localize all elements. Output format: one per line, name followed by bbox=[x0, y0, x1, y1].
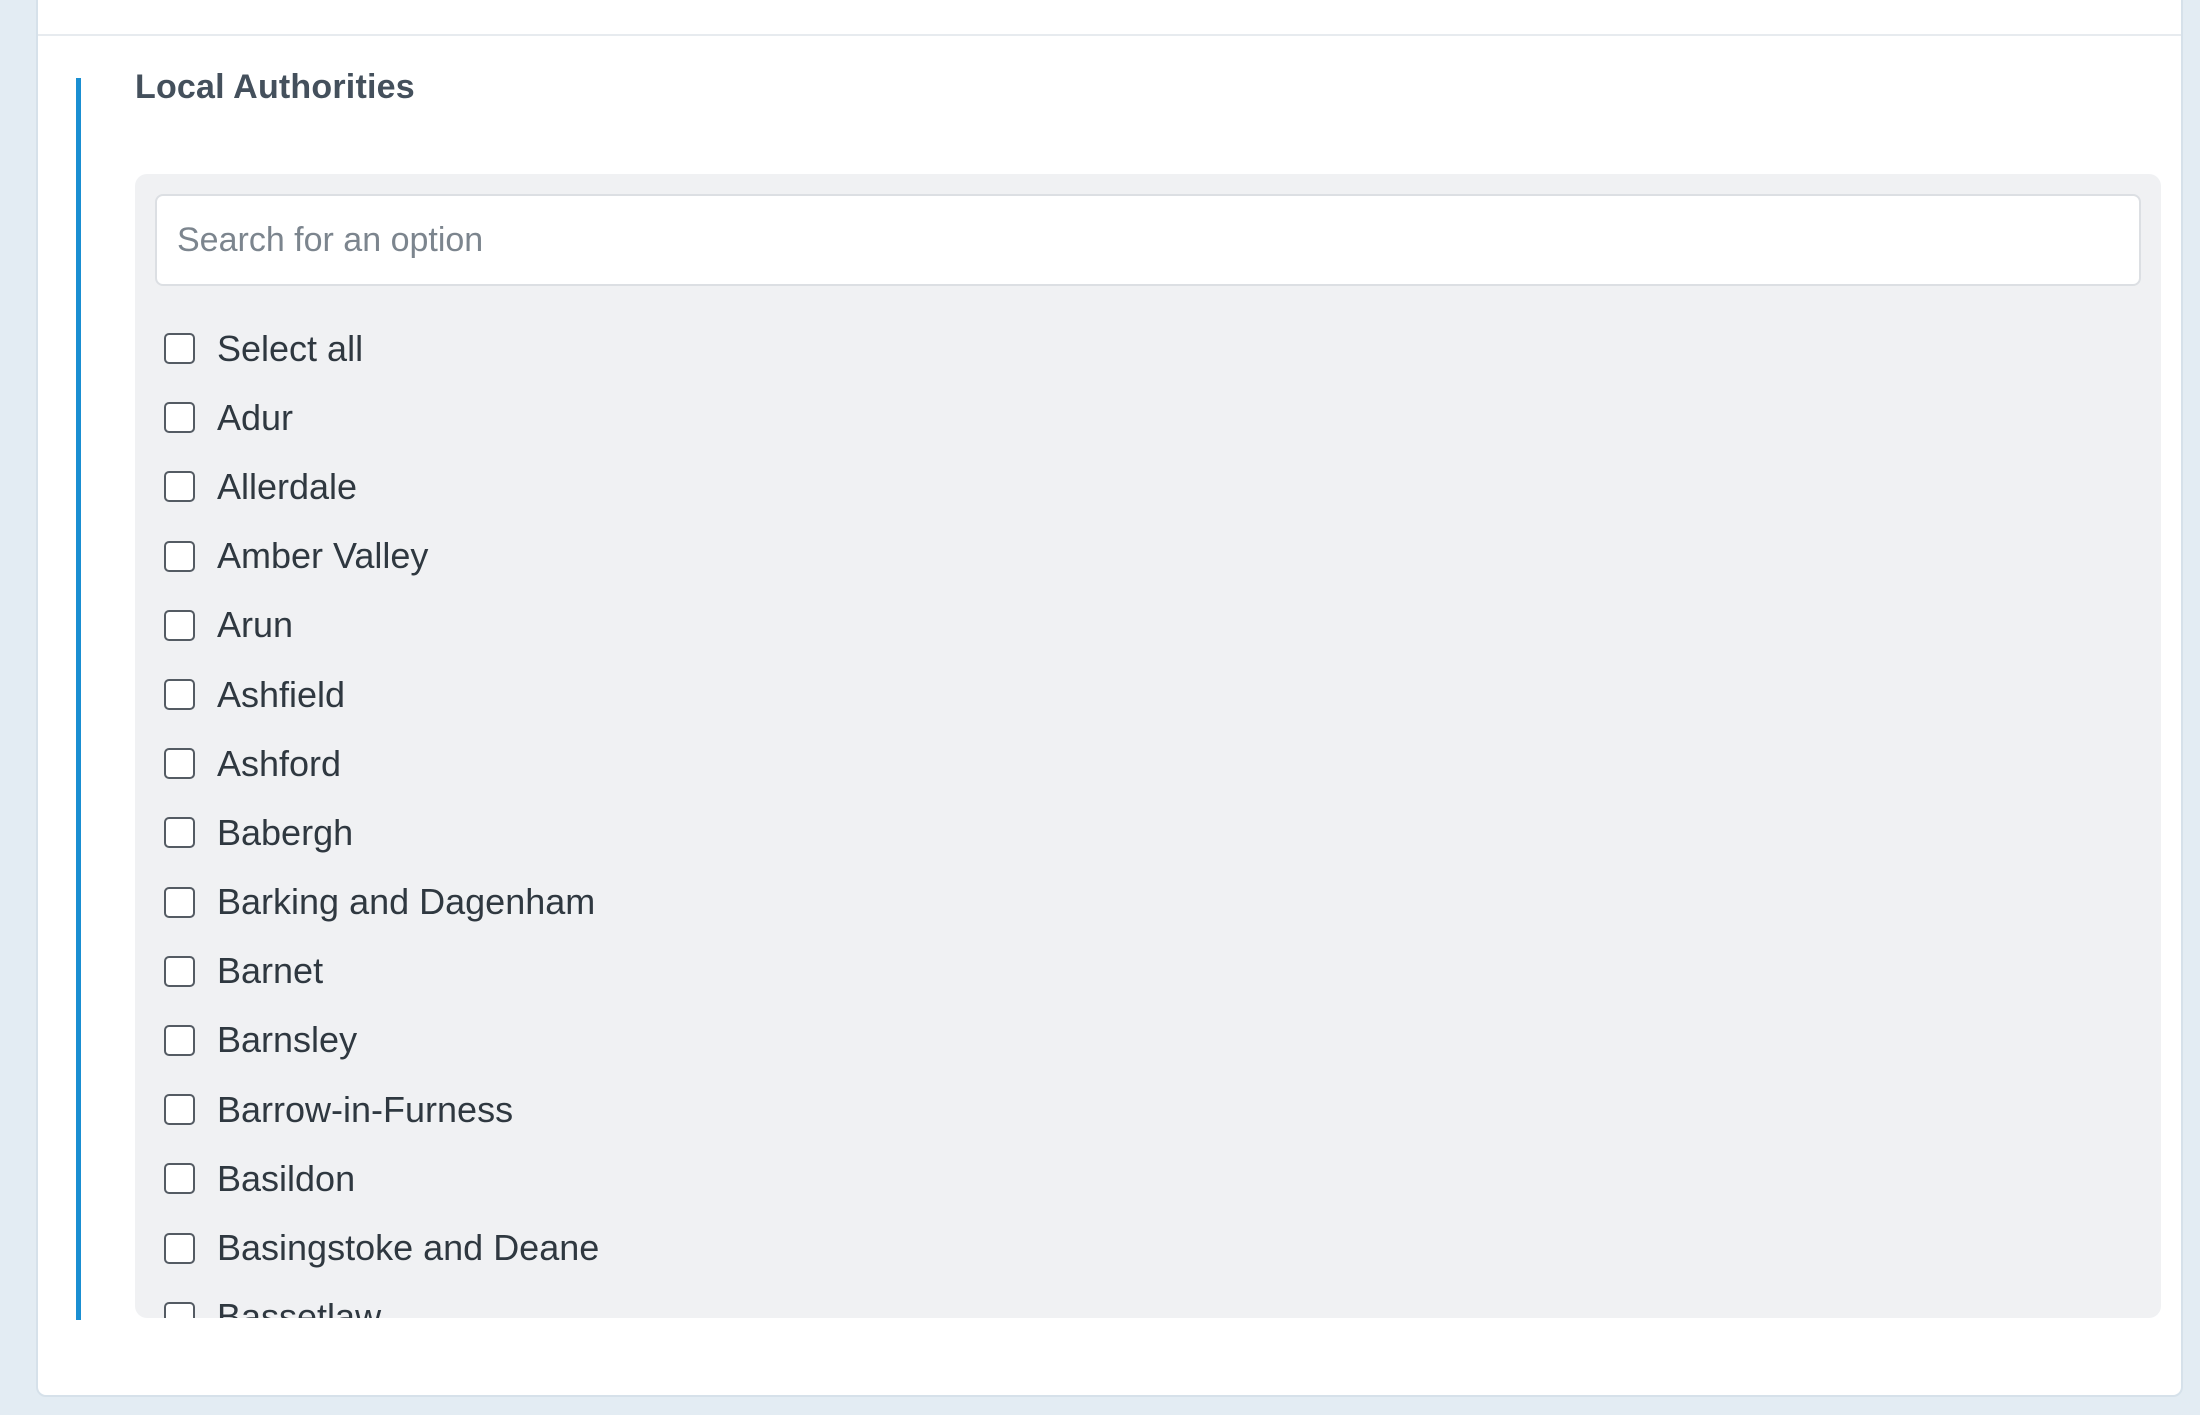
option-label: Basildon bbox=[217, 1157, 356, 1199]
options-list[interactable]: Select all Adur Allerdale Amber Valley Arun A… bbox=[164, 314, 2161, 1318]
list-item[interactable]: Ashford bbox=[164, 729, 2161, 798]
multi-select-panel: Select all Adur Allerdale Amber Valley Arun A… bbox=[135, 174, 2161, 1318]
checkbox[interactable] bbox=[164, 679, 195, 711]
filter-card: Local Authorities Select all Adur Allerdal… bbox=[36, 0, 2183, 1397]
section-title: Local Authorities bbox=[135, 68, 415, 106]
checkbox[interactable] bbox=[164, 748, 195, 780]
option-label: Allerdale bbox=[217, 465, 358, 507]
list-item[interactable]: Barking and Dagenham bbox=[164, 868, 2161, 937]
select-all-option[interactable]: Select all bbox=[164, 314, 2161, 383]
checkbox[interactable] bbox=[164, 471, 195, 503]
list-item[interactable]: Basildon bbox=[164, 1144, 2161, 1213]
list-item[interactable]: Allerdale bbox=[164, 452, 2161, 521]
option-label: Ashford bbox=[217, 742, 342, 784]
checkbox[interactable] bbox=[164, 1094, 195, 1126]
option-label: Arun bbox=[217, 604, 294, 646]
divider bbox=[38, 34, 2181, 36]
list-item[interactable]: Babergh bbox=[164, 798, 2161, 867]
option-label: Amber Valley bbox=[217, 535, 429, 577]
option-label: Barnsley bbox=[217, 1019, 358, 1061]
checkbox[interactable] bbox=[164, 886, 195, 918]
checkbox[interactable] bbox=[164, 1232, 195, 1264]
option-label: Ashfield bbox=[217, 673, 346, 715]
list-item[interactable]: Barnsley bbox=[164, 1006, 2161, 1075]
option-label: Select all bbox=[217, 327, 364, 369]
checkbox[interactable] bbox=[164, 955, 195, 987]
list-item[interactable]: Barnet bbox=[164, 937, 2161, 1006]
list-item[interactable]: Adur bbox=[164, 383, 2161, 452]
checkbox[interactable] bbox=[164, 817, 195, 849]
checkbox[interactable] bbox=[164, 1301, 195, 1318]
list-item[interactable]: Bassetlaw bbox=[164, 1283, 2161, 1318]
option-label: Bassetlaw bbox=[217, 1296, 382, 1318]
checkbox[interactable] bbox=[164, 402, 195, 434]
option-label: Barrow-in-Furness bbox=[217, 1088, 514, 1130]
option-label: Babergh bbox=[217, 811, 354, 853]
list-item[interactable]: Barrow-in-Furness bbox=[164, 1075, 2161, 1144]
option-label: Adur bbox=[217, 396, 294, 438]
list-item[interactable]: Basingstoke and Deane bbox=[164, 1213, 2161, 1282]
option-label: Barnet bbox=[217, 950, 324, 992]
section-accent-bar bbox=[76, 78, 81, 1320]
option-label: Basingstoke and Deane bbox=[217, 1227, 600, 1269]
option-label: Barking and Dagenham bbox=[217, 881, 596, 923]
checkbox[interactable] bbox=[164, 1163, 195, 1195]
checkbox[interactable] bbox=[164, 1024, 195, 1056]
checkbox[interactable] bbox=[164, 609, 195, 641]
list-item[interactable]: Ashfield bbox=[164, 660, 2161, 729]
list-item[interactable]: Arun bbox=[164, 591, 2161, 660]
checkbox[interactable] bbox=[164, 540, 195, 572]
checkbox[interactable] bbox=[164, 333, 195, 365]
list-item[interactable]: Amber Valley bbox=[164, 522, 2161, 591]
search-input[interactable] bbox=[155, 194, 2141, 286]
